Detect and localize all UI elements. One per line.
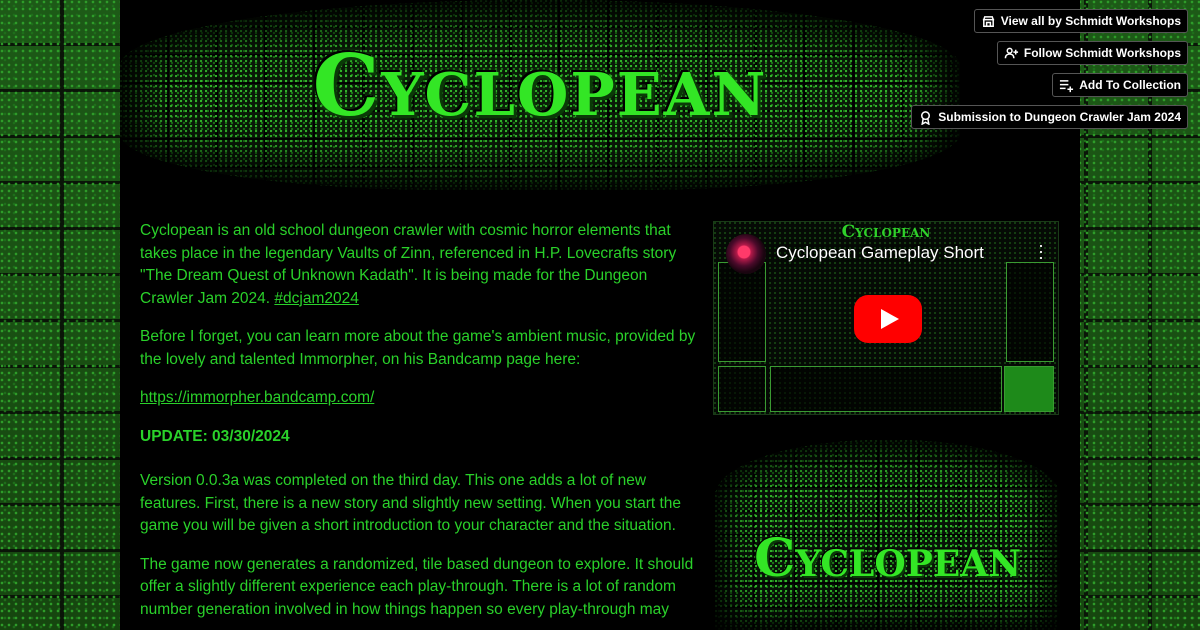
dungeon-paragraph: The game now generates a randomized, til…	[140, 555, 694, 618]
submission-label: Submission to Dungeon Crawler Jam 2024	[938, 110, 1181, 124]
channel-avatar[interactable]	[726, 234, 766, 274]
game-logo: Cyclopean	[312, 36, 768, 135]
more-options-icon[interactable]: · · ·	[1038, 236, 1044, 266]
thumbnail-left-panel	[718, 262, 766, 362]
store-icon	[982, 15, 994, 27]
video-title[interactable]: Cyclopean Gameplay Short	[776, 243, 984, 263]
user-plus-icon	[1004, 47, 1018, 58]
intro-text: Cyclopean is an old school dungeon crawl…	[140, 222, 677, 307]
update-heading: UPDATE: 03/30/2024	[140, 427, 290, 445]
view-all-button[interactable]: View all by Schmidt Workshops	[973, 9, 1188, 33]
side-logo-art: Cyclopean	[715, 440, 1060, 630]
award-icon	[921, 110, 931, 125]
list-plus-icon	[1060, 79, 1074, 92]
thumbnail-game-title: Cyclopean	[841, 222, 931, 242]
intro-paragraph: Cyclopean is an old school dungeon crawl…	[140, 220, 696, 310]
play-button-icon[interactable]	[854, 295, 922, 343]
follow-label: Follow Schmidt Workshops	[1023, 46, 1181, 60]
bandcamp-paragraph: https://immorpher.bandcamp.com/	[140, 387, 696, 410]
game-description: Cyclopean is an old school dungeon crawl…	[140, 220, 696, 630]
view-all-label: View all by Schmidt Workshops	[1000, 14, 1181, 28]
add-to-collection-button[interactable]: Add To Collection	[1052, 73, 1188, 97]
thumbnail-controls	[1004, 366, 1054, 412]
music-paragraph: Before I forget, you can learn more abou…	[140, 328, 696, 368]
dcjam-hashtag-link[interactable]: #dcjam2024	[274, 290, 358, 307]
add-collection-label: Add To Collection	[1079, 78, 1181, 92]
follow-button[interactable]: Follow Schmidt Workshops	[996, 41, 1188, 65]
youtube-embed[interactable]: Cyclopean Cyclopean Gameplay Short · · ·	[713, 221, 1059, 415]
thumbnail-log-panel	[770, 366, 1002, 412]
thumbnail-minimap	[718, 366, 766, 412]
thumbnail-right-panel	[1006, 262, 1054, 362]
side-game-logo: Cyclopean	[753, 528, 1022, 589]
action-buttons: View all by Schmidt Workshops Follow Sch…	[911, 9, 1188, 129]
jam-submission-button[interactable]: Submission to Dungeon Crawler Jam 2024	[911, 105, 1188, 129]
version-paragraph: Version 0.0.3a was completed on the thir…	[140, 472, 682, 534]
header-banner: Cyclopean	[120, 0, 960, 190]
bandcamp-link[interactable]: https://immorpher.bandcamp.com/	[140, 389, 374, 406]
